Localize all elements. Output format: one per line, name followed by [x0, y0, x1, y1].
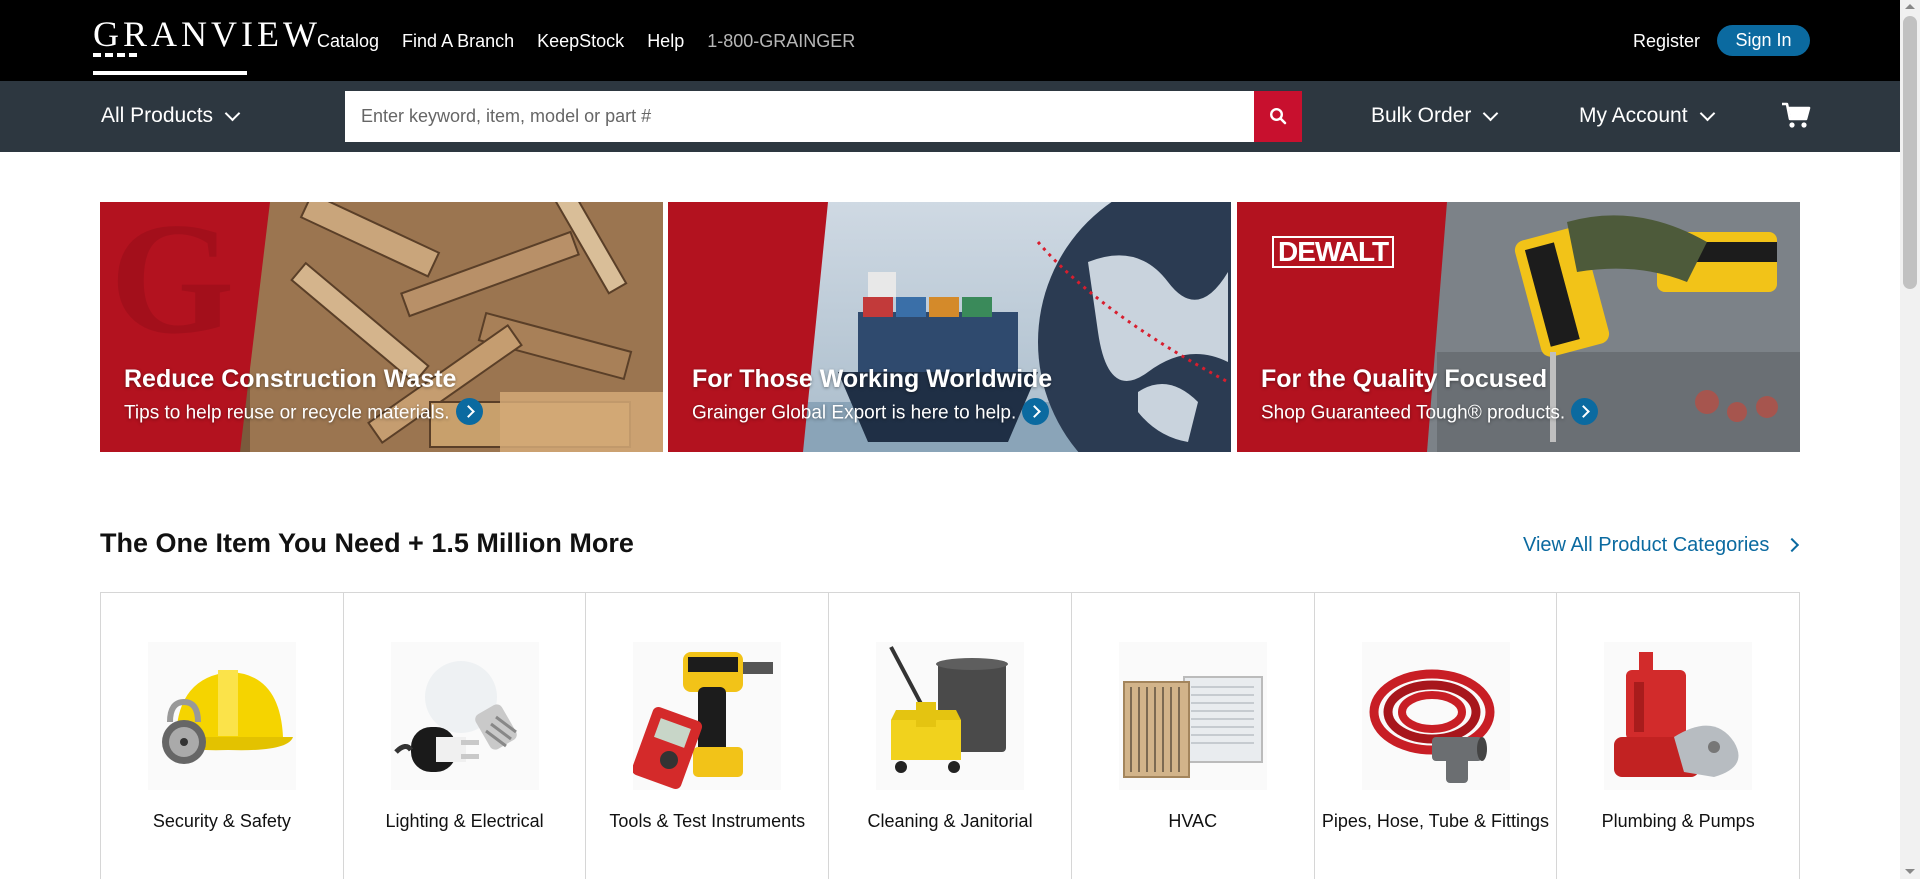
top-bar: GRANVIEW Catalog Find A Branch KeepStock… [0, 0, 1900, 81]
air-conditioner-icon [1118, 642, 1267, 790]
view-all-label: View All Product Categories [1523, 534, 1770, 556]
my-account-label: My Account [1579, 104, 1688, 127]
section-title: The One Item You Need + 1.5 Million More [100, 528, 634, 558]
hose-fitting-icon [1361, 642, 1510, 790]
banner-subtitle-text: Grainger Global Export is here to help. [692, 402, 1017, 424]
category-label: Security & Safety [152, 811, 291, 831]
sign-in-button[interactable]: Sign In [1717, 25, 1810, 56]
all-products-dropdown[interactable]: All Products [101, 104, 241, 128]
sump-pump-icon [1604, 642, 1753, 790]
category-label: HVAC [1168, 811, 1218, 831]
scroll-down-arrow-icon[interactable] [1905, 869, 1915, 874]
banner-title: Reduce Construction Waste [124, 365, 457, 393]
banner-global-export[interactable]: For Those Working Worldwide Grainger Glo… [668, 202, 1231, 452]
cart-button[interactable] [1781, 102, 1811, 134]
nav-find-branch-link[interactable]: Find A Branch [402, 30, 514, 52]
all-products-label: All Products [101, 104, 214, 127]
page-scrollbar[interactable] [1900, 0, 1920, 879]
category-security-safety[interactable]: Security & Safety [101, 593, 344, 879]
logo-underline [93, 53, 293, 75]
drill-multimeter-icon [633, 642, 782, 790]
banner-title: For Those Working Worldwide [692, 365, 1053, 393]
dewalt-logo: DEWALT [1272, 236, 1395, 268]
banner-quality-focused[interactable]: DEWALT For the Quality Focused Shop Guar… [1237, 202, 1800, 452]
banner-subtitle: Shop Guaranteed Tough® products. [1261, 398, 1599, 427]
hard-hat-lock-icon [148, 642, 296, 790]
banner-subtitle: Tips to help reuse or recycle materials. [124, 398, 483, 427]
chevron-right-icon[interactable] [455, 398, 483, 425]
category-hvac[interactable]: HVAC [1072, 593, 1315, 879]
phone-number-link[interactable]: 1-800-GRAINGER [707, 30, 855, 52]
bulk-order-dropdown[interactable]: Bulk Order [1371, 104, 1499, 128]
search-input[interactable] [345, 91, 1254, 142]
scrollbar-thumb[interactable] [1903, 16, 1917, 289]
category-pipes-hose[interactable]: Pipes, Hose, Tube & Fittings [1315, 593, 1558, 879]
banner-title: For the Quality Focused [1261, 365, 1548, 393]
category-label: Cleaning & Janitorial [867, 811, 1033, 831]
scroll-up-arrow-icon[interactable] [1905, 4, 1915, 9]
category-label: Pipes, Hose, Tube & Fittings [1321, 811, 1549, 831]
banner-subtitle: Grainger Global Export is here to help. [692, 398, 1050, 427]
banner-subtitle-text: Shop Guaranteed Tough® products. [1261, 402, 1566, 424]
nav-catalog-link[interactable]: Catalog [317, 30, 379, 52]
category-grid: Security & Safety Lighting & Electrical [100, 592, 1801, 879]
category-label: Plumbing & Pumps [1601, 811, 1755, 831]
chevron-down-icon [1699, 105, 1715, 121]
chevron-right-icon[interactable] [1022, 398, 1050, 425]
chevron-down-icon [1483, 105, 1499, 121]
brand-logo[interactable]: GRANVIEW [93, 16, 317, 75]
bulb-plug-icon [390, 642, 539, 790]
chevron-right-icon [1785, 537, 1800, 553]
category-tools-test[interactable]: Tools & Test Instruments [586, 593, 830, 879]
mop-bucket-icon [876, 642, 1025, 790]
banner-construction-waste[interactable]: G Reduce Construction Waste Tips to help… [100, 202, 663, 452]
category-lighting-electrical[interactable]: Lighting & Electrical [344, 593, 587, 879]
search-icon [1269, 107, 1287, 125]
category-cleaning-janitorial[interactable]: Cleaning & Janitorial [829, 593, 1072, 879]
top-nav: Catalog Find A Branch KeepStock Help 1-8… [317, 30, 878, 52]
cart-icon [1782, 102, 1811, 128]
banner-subtitle-text: Tips to help reuse or recycle materials. [124, 402, 450, 424]
svg-text:G: G [110, 202, 234, 367]
brand-name: GRANVIEW [93, 14, 321, 54]
view-all-categories-link[interactable]: View All Product Categories [1523, 533, 1800, 557]
category-label: Lighting & Electrical [385, 811, 544, 831]
category-plumbing-pumps[interactable]: Plumbing & Pumps [1557, 593, 1801, 879]
search-button[interactable] [1254, 91, 1302, 142]
category-label: Tools & Test Instruments [609, 811, 806, 831]
chevron-right-icon[interactable] [1571, 398, 1599, 425]
bulk-order-label: Bulk Order [1371, 104, 1472, 127]
nav-help-link[interactable]: Help [647, 30, 684, 52]
nav-keepstock-link[interactable]: KeepStock [537, 30, 624, 52]
my-account-dropdown[interactable]: My Account [1579, 104, 1715, 128]
search-box [345, 91, 1302, 142]
register-link[interactable]: Register [1633, 30, 1700, 52]
chevron-down-icon [224, 105, 241, 121]
